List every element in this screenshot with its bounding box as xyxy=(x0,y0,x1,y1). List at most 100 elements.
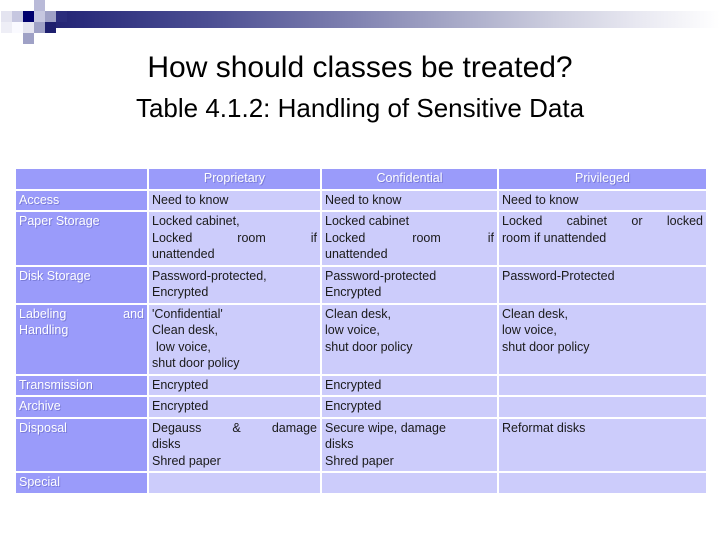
cell-line: Encrypted xyxy=(325,377,382,392)
cell-line: unattended xyxy=(325,247,388,261)
decor-square-dark xyxy=(56,11,67,22)
cell-proprietary xyxy=(149,473,320,493)
cell-line: 'Confidential' xyxy=(152,306,223,321)
row-header-line: Disk Storage xyxy=(19,268,91,283)
decor-square xyxy=(12,22,23,33)
decor-square xyxy=(34,33,45,44)
cell-line: shut door policy xyxy=(502,339,590,354)
cell-line: Secure wipe, damage xyxy=(325,420,446,435)
cell-line: Encrypted xyxy=(152,399,209,413)
row-header-disk-storage: Disk Storage xyxy=(16,266,147,303)
decor-square xyxy=(1,22,12,33)
cell-line: Encrypted xyxy=(325,399,382,413)
cell-line: Shred paper xyxy=(152,453,221,468)
row-header-line: Transmission xyxy=(19,377,93,392)
page-title: How should classes be treated? xyxy=(147,51,573,84)
table-row: Paper Storage Locked cabinet, Locked room … xyxy=(16,212,706,265)
cell-proprietary: Encrypted xyxy=(149,375,320,395)
cell-confidential: Secure wipe, damage disks Shred paper xyxy=(322,418,497,471)
title-block: How should classes be treated? Table 4.1… xyxy=(0,48,720,126)
row-header-line: Paper Storage xyxy=(19,214,100,228)
cell-line-empty xyxy=(502,398,703,415)
cell-line: room if unattended xyxy=(502,230,607,245)
table-header-row: Proprietary Confidential Privileged xyxy=(16,169,706,189)
cell-proprietary: Degauss & damage disks Shred paper xyxy=(149,418,320,471)
cell-line: shut door policy xyxy=(152,356,240,370)
decor-square xyxy=(45,0,56,11)
decor-square xyxy=(23,22,34,33)
cell-line: unattended xyxy=(152,247,215,261)
cell-line: disks xyxy=(325,437,354,451)
cell-proprietary: 'Confidential' Clean desk, low voice, shut… xyxy=(149,304,320,374)
cell-line: Need to know xyxy=(502,192,579,207)
decor-square xyxy=(34,11,45,22)
table-body: Access Need to know Need to know Need to kn… xyxy=(16,190,706,493)
cell-line: Clean desk, xyxy=(502,306,569,321)
decor-square-dark xyxy=(45,22,56,33)
cell-line-empty xyxy=(502,474,703,491)
cell-line: Password-Protected xyxy=(502,268,615,283)
row-header-labeling-and-handling: Labeling and Handling xyxy=(16,304,147,374)
cell-proprietary: Password-protected, Encrypted xyxy=(149,266,320,303)
decor-square xyxy=(34,0,45,11)
cell-line-empty xyxy=(325,474,494,491)
cell-line: low voice, xyxy=(502,323,557,337)
cell-privileged: Locked cabinet or locked room if unattend… xyxy=(499,212,706,265)
table-row: Special xyxy=(16,473,706,493)
cell-confidential: Encrypted xyxy=(322,375,497,395)
row-header-line: Access xyxy=(19,192,60,207)
row-header-transmission: Transmission xyxy=(16,375,147,395)
cell-line: disks xyxy=(152,437,181,451)
cell-line: Locked cabinet, xyxy=(152,214,240,228)
table-row: Access Need to know Need to know Need to kn… xyxy=(16,190,706,210)
table-row: Disk Storage Password-protected, Encrypted… xyxy=(16,266,706,303)
cell-confidential xyxy=(322,473,497,493)
cell-privileged xyxy=(499,397,706,417)
table-row: Archive Encrypted Encrypted xyxy=(16,397,706,417)
decor-square xyxy=(1,11,12,22)
cell-confidential: Need to know xyxy=(322,190,497,210)
cell-line: low voice, xyxy=(325,323,380,337)
cell-confidential: Locked cabinet Locked room if unattended xyxy=(322,212,497,265)
table-row: Transmission Encrypted Encrypted xyxy=(16,375,706,395)
row-header-paper-storage: Paper Storage xyxy=(16,212,147,265)
cell-line: Need to know xyxy=(152,192,229,207)
column-header-proprietary: Proprietary xyxy=(149,169,320,189)
cell-line: Encrypted xyxy=(152,377,209,392)
cell-proprietary: Need to know xyxy=(149,190,320,210)
cell-line: Need to know xyxy=(325,192,402,207)
table-row: Labeling and Handling 'Confidential' Clean … xyxy=(16,304,706,374)
cell-line: Locked cabinet xyxy=(325,214,410,228)
row-header-line: Handling xyxy=(19,323,69,337)
cell-privileged: Reformat disks xyxy=(499,418,706,471)
table-corner-cell xyxy=(16,169,147,189)
decor-square xyxy=(23,33,34,44)
cell-proprietary: Encrypted xyxy=(149,397,320,417)
row-header-access: Access xyxy=(16,190,147,210)
cell-line: Password-protected xyxy=(325,268,437,283)
column-header-confidential: Confidential xyxy=(322,169,497,189)
cell-line: Password-protected, xyxy=(152,268,267,283)
column-header-privileged: Privileged xyxy=(499,169,706,189)
decor-square xyxy=(12,11,23,22)
cell-line: Locked room if xyxy=(325,230,494,245)
cell-line: low voice, xyxy=(156,339,211,354)
cell-privileged: Need to know xyxy=(499,190,706,210)
row-header-line: Disposal xyxy=(19,420,67,435)
page-subtitle: Table 4.1.2: Handling of Sensitive Data xyxy=(135,93,585,123)
cell-line: Reformat disks xyxy=(502,420,586,435)
cell-confidential: Clean desk, low voice, shut door policy xyxy=(322,304,497,374)
table-row: Disposal Degauss & damage disks Shred paper… xyxy=(16,418,706,471)
cell-proprietary: Locked cabinet, Locked room if unattended xyxy=(149,212,320,265)
decor-square xyxy=(45,11,56,22)
decor-square-dark xyxy=(23,11,34,22)
cell-confidential: Encrypted xyxy=(322,397,497,417)
cell-line: Encrypted xyxy=(152,285,209,299)
cell-line: shut door policy xyxy=(325,339,413,354)
decor-square xyxy=(12,33,23,44)
row-header-line: Labeling and xyxy=(19,306,144,321)
cell-line-empty xyxy=(502,377,703,394)
cell-line: Encrypted xyxy=(325,285,382,299)
cell-privileged xyxy=(499,375,706,395)
cell-line: Locked cabinet or locked xyxy=(502,214,703,228)
